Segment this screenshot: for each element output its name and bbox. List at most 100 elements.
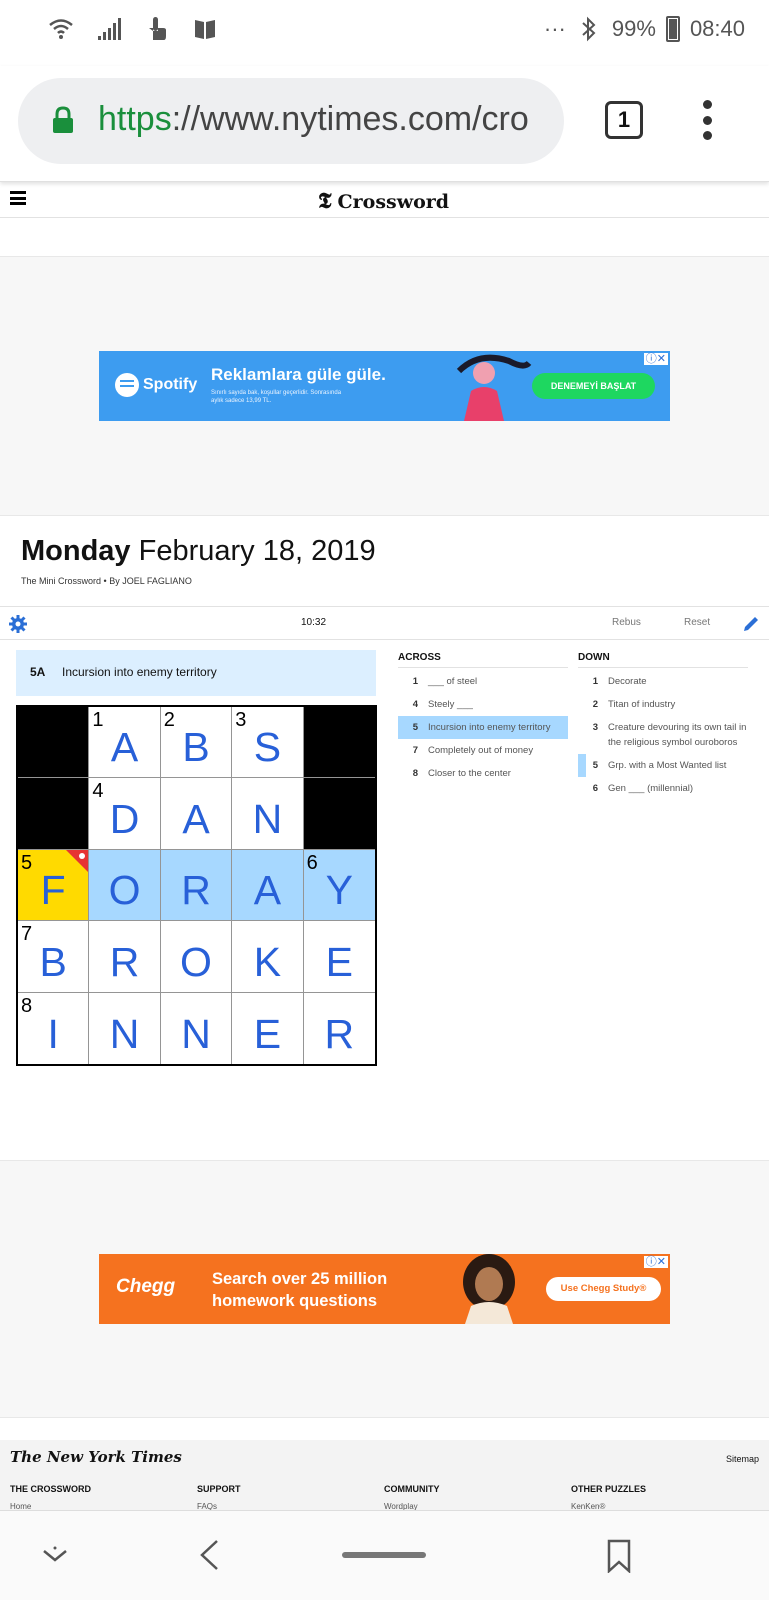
clue-text: Creature devouring its own tail in the r…	[608, 722, 747, 748]
footer-link[interactable]: Home	[10, 1502, 197, 1510]
ad-headline: Search over 25 million homework question…	[212, 1270, 388, 1310]
across-clue-item[interactable]: 4 Steely ___	[398, 693, 568, 716]
address-bar[interactable]: https://www.nytimes.com/cro	[18, 78, 564, 164]
clue-number: 7	[412, 745, 418, 756]
signal-icon	[98, 18, 121, 40]
ad-zone-top: Spotify Reklamlara güle güle. Sınırlı sa…	[0, 256, 769, 516]
cell-letter: A	[182, 795, 210, 842]
grid-cell[interactable]: 3S	[232, 707, 304, 779]
reset-button[interactable]: Reset	[684, 617, 710, 628]
grid-cell[interactable]: O	[89, 849, 161, 922]
chegg-ad-banner[interactable]: Chegg Search over 25 million homework qu…	[99, 1254, 670, 1324]
clue-number: 1	[412, 676, 418, 687]
grid-cell[interactable]: A	[160, 778, 233, 850]
grid-cell[interactable]: 6Y	[303, 849, 375, 922]
grid-cell-black	[18, 707, 90, 779]
cell-letter: O	[108, 867, 141, 914]
grid-cell[interactable]: N	[232, 778, 304, 850]
footer-link[interactable]: Wordplay	[384, 1502, 571, 1510]
current-clue-number: 5A	[30, 665, 46, 679]
bookmark-icon[interactable]	[606, 1539, 632, 1573]
clue-number: 5	[412, 722, 418, 733]
book-icon	[195, 20, 215, 39]
brand-name: Crossword	[337, 191, 450, 213]
ad-cta-button[interactable]: Use Chegg Study®	[546, 1277, 661, 1301]
ad-cta-button[interactable]: DENEMEYİ BAŞLAT	[532, 373, 655, 399]
pencil-icon[interactable]	[742, 615, 760, 633]
cell-letter: B	[182, 724, 210, 771]
down-clue-item[interactable]: 3 Creature devouring its own tail in the …	[578, 716, 748, 754]
grid-cell[interactable]: O	[160, 921, 233, 993]
status-more: ···	[543, 16, 566, 41]
down-clue-item[interactable]: 5 Grp. with a Most Wanted list	[578, 754, 748, 777]
home-handle[interactable]	[342, 1552, 426, 1558]
clue-text: Decorate	[608, 676, 647, 687]
across-clue-item[interactable]: 7 Completely out of money	[398, 739, 568, 762]
hamburger-menu-icon[interactable]	[10, 191, 26, 205]
down-clue-item[interactable]: 6 Gen ___ (millennial)	[578, 777, 748, 800]
footer-column-heading: THE CROSSWORD	[10, 1484, 91, 1494]
puzzle-byline: The Mini Crossword • By JOEL FAGLIANO	[21, 576, 192, 586]
grid-cell[interactable]: R	[89, 921, 161, 993]
cell-letter: E	[325, 938, 353, 985]
clue-text: Completely out of money	[428, 745, 534, 756]
clue-text: Closer to the center	[428, 768, 511, 779]
spotify-ad-banner[interactable]: Spotify Reklamlara güle güle. Sınırlı sa…	[99, 351, 670, 421]
nyt-t-logo: 𝕿	[318, 188, 332, 214]
grid-cell[interactable]: 5F	[18, 849, 90, 922]
ad-subtext: Sınırlı sayıda bak, koşullar geçerlidir.…	[211, 390, 342, 404]
grid-cell-black	[303, 707, 375, 779]
puzzle-toolbar: 10:32 Rebus Reset	[0, 606, 769, 640]
cell-letter: N	[181, 1011, 211, 1057]
grid-cell[interactable]: N	[160, 992, 233, 1064]
across-clue-item[interactable]: 8 Closer to the center	[398, 762, 568, 785]
clue-number: 3	[592, 722, 598, 733]
grid-cell[interactable]: E	[303, 921, 375, 993]
down-clue-item[interactable]: 2 Titan of industry	[578, 693, 748, 716]
footer-link[interactable]: KenKen®	[571, 1502, 758, 1510]
back-icon[interactable]	[198, 1539, 220, 1571]
clue-text: Titan of industry	[608, 699, 676, 710]
site-brand[interactable]: 𝕿 Crossword	[318, 188, 449, 214]
grid-cell[interactable]: 1A	[89, 707, 161, 779]
across-clue-item[interactable]: 1 ___ of steel	[398, 670, 568, 693]
down-clue-item[interactable]: 1 Decorate	[578, 670, 748, 693]
grid-cell[interactable]: A	[232, 849, 304, 922]
hide-keyboard-icon[interactable]	[40, 1545, 70, 1565]
ad-close-icon[interactable]: ⓘ✕	[643, 353, 668, 365]
site-footer: The New York Times Sitemap THE CROSSWORD…	[0, 1440, 769, 1510]
grid-cell[interactable]: 8I	[18, 992, 90, 1064]
grid-cell[interactable]: K	[232, 921, 304, 993]
grid-cell[interactable]: 2B	[160, 707, 233, 779]
grid-cell-black	[303, 778, 375, 850]
current-clue-bar: 5A Incursion into enemy territory	[16, 650, 376, 696]
ad-close-icon[interactable]: ⓘ✕	[643, 1256, 668, 1268]
puzzle-day: Monday	[21, 535, 131, 567]
footer-column: SUPPORT FAQs	[197, 1484, 384, 1510]
footer-link[interactable]: FAQs	[197, 1502, 384, 1510]
wifi-icon	[49, 19, 73, 39]
grid-cell[interactable]: R	[160, 849, 233, 922]
nyt-footer-logo[interactable]: The New York Times	[10, 1448, 182, 1466]
bluetooth-icon	[582, 16, 596, 42]
tab-switcher-button[interactable]: 1	[605, 101, 643, 139]
sitemap-link[interactable]: Sitemap	[726, 1454, 759, 1464]
chegg-logo: Chegg	[116, 1276, 176, 1297]
across-clue-item[interactable]: 5 Incursion into enemy territory	[398, 716, 568, 739]
grid-cell[interactable]: 7B	[18, 921, 90, 993]
current-clue-text: Incursion into enemy territory	[62, 665, 217, 679]
puzzle-timer[interactable]: 10:32	[301, 617, 326, 628]
across-heading: ACROSS	[398, 652, 568, 668]
browser-menu-button[interactable]	[702, 100, 712, 140]
rebus-button[interactable]: Rebus	[612, 617, 641, 628]
cell-letter: N	[252, 795, 283, 842]
grid-cell-black	[18, 778, 90, 850]
gear-icon[interactable]	[9, 615, 27, 633]
url-rest: ://www.nytimes.com/cro	[171, 100, 529, 138]
grid-cell[interactable]: 4D	[89, 778, 161, 850]
grid-cell[interactable]: E	[232, 992, 304, 1064]
grid-cell[interactable]: R	[303, 992, 375, 1064]
puzzle-date: February 18, 2019	[138, 535, 376, 567]
grid-cell[interactable]: N	[89, 992, 161, 1064]
crossword-grid: 1A2B3S4DAN5FORA6Y7BROKE8INNER	[16, 705, 377, 1066]
